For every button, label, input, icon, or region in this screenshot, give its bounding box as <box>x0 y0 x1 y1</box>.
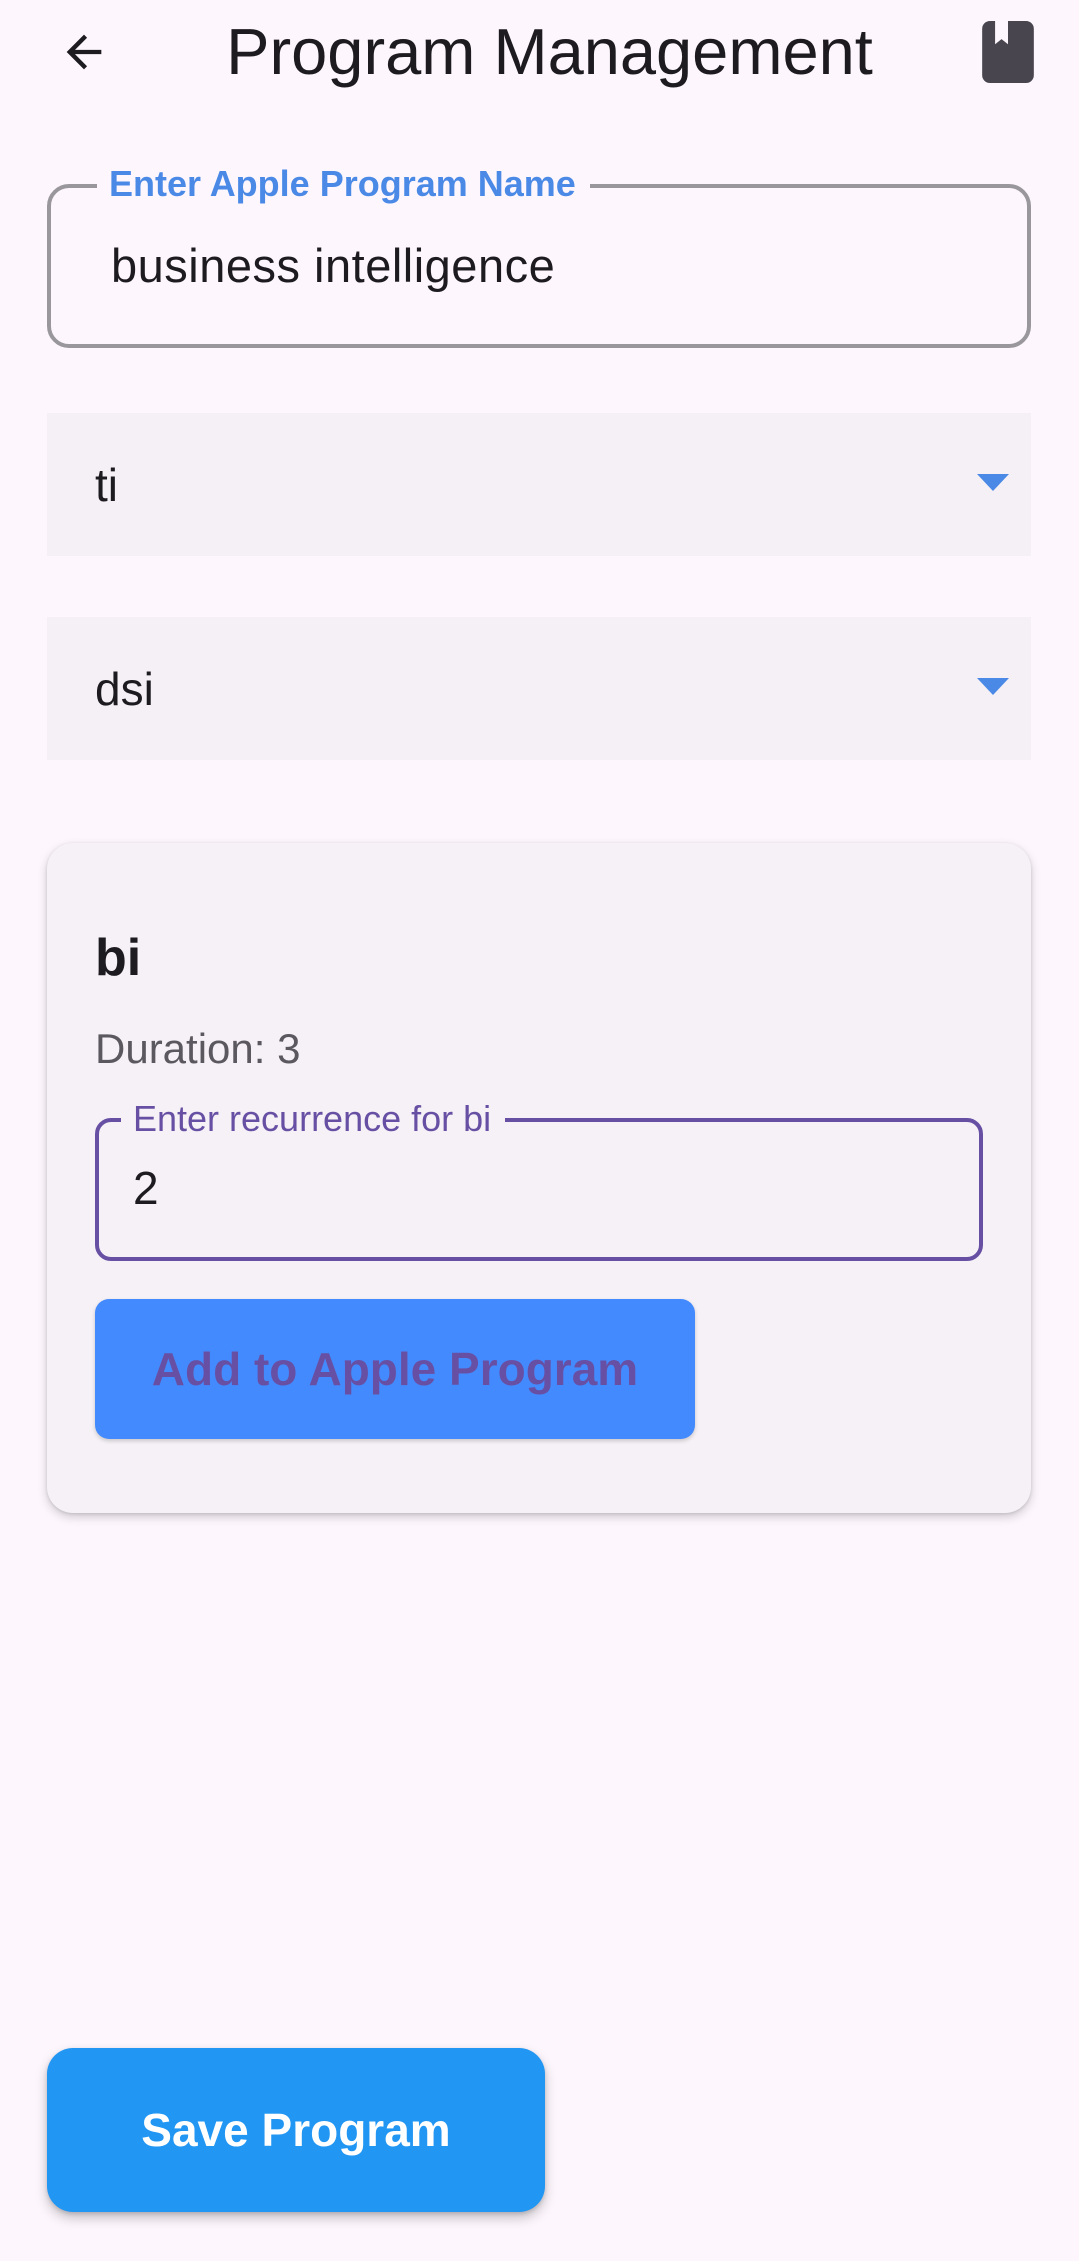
recurrence-field[interactable]: Enter recurrence for bi 2 <box>95 1098 983 1261</box>
course-card: bi Duration: 3 Enter recurrence for bi 2… <box>47 843 1031 1513</box>
bookmark-book-icon <box>982 21 1034 83</box>
dropdown-arrow-icon <box>977 474 1009 491</box>
recurrence-input[interactable]: 2 <box>133 1160 159 1216</box>
save-program-button[interactable]: Save Program <box>47 2048 545 2212</box>
recurrence-label: Enter recurrence for bi <box>121 1098 506 1140</box>
add-to-program-button[interactable]: Add to Apple Program <box>95 1299 695 1439</box>
course-duration: Duration: 3 <box>95 1025 301 1072</box>
second-dropdown-value: dsi <box>95 663 154 715</box>
course-title: bi <box>95 929 142 987</box>
bookmark-button[interactable] <box>976 16 1040 88</box>
program-name-input[interactable]: business intelligence <box>111 238 555 294</box>
app-bar: Program Management <box>0 0 1079 104</box>
second-dropdown[interactable]: dsi <box>47 617 1031 760</box>
dropdown-arrow-icon <box>977 678 1009 695</box>
page-title: Program Management <box>226 15 873 88</box>
first-dropdown-value: ti <box>95 459 118 511</box>
program-name-label: Enter Apple Program Name <box>97 162 590 206</box>
first-dropdown[interactable]: ti <box>47 413 1031 556</box>
program-name-field[interactable]: Enter Apple Program Name business intell… <box>47 162 1031 348</box>
